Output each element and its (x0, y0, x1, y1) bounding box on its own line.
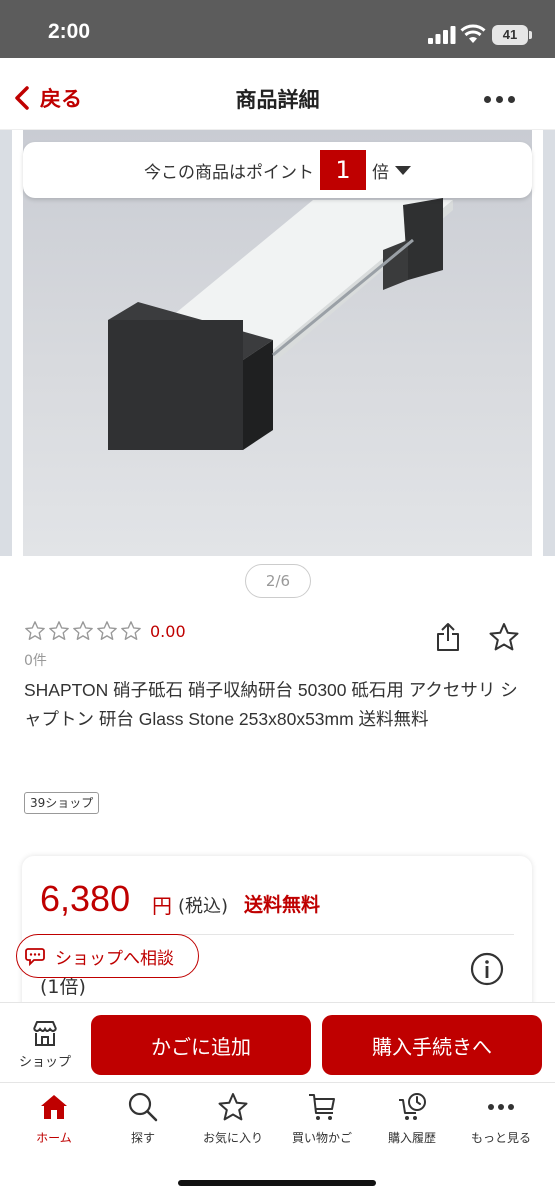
tab-label: ホーム (36, 1131, 72, 1145)
home-icon (41, 1095, 67, 1119)
tab-label: 探す (130, 1131, 155, 1145)
star-icon (218, 1093, 248, 1121)
product-detail-sheet: 戻る 商品詳細 今この商品はポイント 1 倍 2/6 0.00 0件 SHAPT… (0, 66, 555, 1200)
tab-more[interactable]: もっと見る (455, 1091, 547, 1146)
wifi-icon (460, 24, 486, 43)
previous-image-peek[interactable] (0, 130, 12, 556)
rating-stars[interactable]: 0.00 (24, 620, 186, 642)
consult-shop-label: ショップへ相談 (55, 948, 174, 969)
shop-button[interactable]: ショップ (16, 1019, 74, 1070)
shop-label: ショップ (18, 1055, 71, 1070)
product-title: SHAPTON 硝子砥石 硝子収納研台 50300 砥石用 アクセサリ シャプト… (24, 680, 518, 729)
battery-icon: 41 (492, 25, 532, 45)
chat-bubble-icon (25, 948, 45, 967)
tab-purchase-history[interactable]: 購入履歴 (366, 1091, 458, 1146)
search-icon (128, 1092, 158, 1122)
tab-label: 購入履歴 (387, 1131, 436, 1145)
points-banner-text: 今この商品はポイント (144, 162, 314, 183)
caret-down-icon (395, 165, 411, 175)
star-outline-icon (97, 621, 117, 640)
points-multiplier: 1 (320, 150, 366, 190)
rating-score: 0.00 (150, 621, 186, 641)
review-count[interactable]: 0件 (24, 650, 47, 670)
star-outline-icon (121, 621, 141, 640)
free-shipping-label: 送料無料 (244, 894, 321, 916)
star-outline-icon (49, 621, 69, 640)
points-banner-suffix: 倍 (372, 162, 389, 183)
more-options-icon[interactable] (484, 96, 516, 104)
status-time: 2:00 (48, 20, 91, 43)
more-icon (488, 1104, 514, 1110)
checkout-button[interactable]: 購入手続きへ (322, 1015, 542, 1075)
favorite-star-icon[interactable] (488, 622, 520, 652)
price-unit: 円 (152, 894, 172, 918)
tab-favorites[interactable]: お気に入り (187, 1091, 279, 1146)
star-outline-icon (25, 621, 45, 640)
cart-icon (309, 1094, 335, 1120)
shop-tag: 39ショップ (24, 792, 100, 814)
shop-icon (33, 1021, 57, 1046)
star-outline-icon (73, 621, 93, 640)
share-icon[interactable] (436, 622, 460, 652)
purchase-action-bar: ショップ かごに追加 購入手続きへ (0, 1002, 555, 1080)
tab-label: 買い物かご (291, 1131, 352, 1145)
image-pager: 2/6 (245, 564, 311, 598)
nav-bar: 戻る 商品詳細 (0, 66, 555, 130)
history-icon (399, 1093, 426, 1120)
cellular-signal-icon (428, 26, 456, 44)
page-title: 商品詳細 (235, 88, 320, 112)
tax-label: (税込) (178, 896, 229, 917)
tab-search[interactable]: 探す (97, 1091, 189, 1146)
add-to-cart-button[interactable]: かごに追加 (91, 1015, 311, 1075)
tab-home[interactable]: ホーム (8, 1091, 100, 1146)
home-indicator (178, 1180, 376, 1186)
tab-label: もっと見る (470, 1131, 531, 1145)
points-banner[interactable]: 今この商品はポイント 1 倍 (23, 142, 532, 198)
consult-shop-button[interactable]: ショップへ相談 (16, 934, 199, 978)
status-bar: 2:00 41 (0, 0, 555, 58)
product-image-gallery[interactable]: 今この商品はポイント 1 倍 (0, 130, 555, 560)
next-image-peek[interactable] (543, 130, 555, 556)
price-amount: 6,380 (40, 878, 131, 919)
tab-label: お気に入り (202, 1131, 263, 1145)
info-icon[interactable] (470, 952, 504, 986)
tab-cart[interactable]: 買い物かご (276, 1091, 368, 1146)
